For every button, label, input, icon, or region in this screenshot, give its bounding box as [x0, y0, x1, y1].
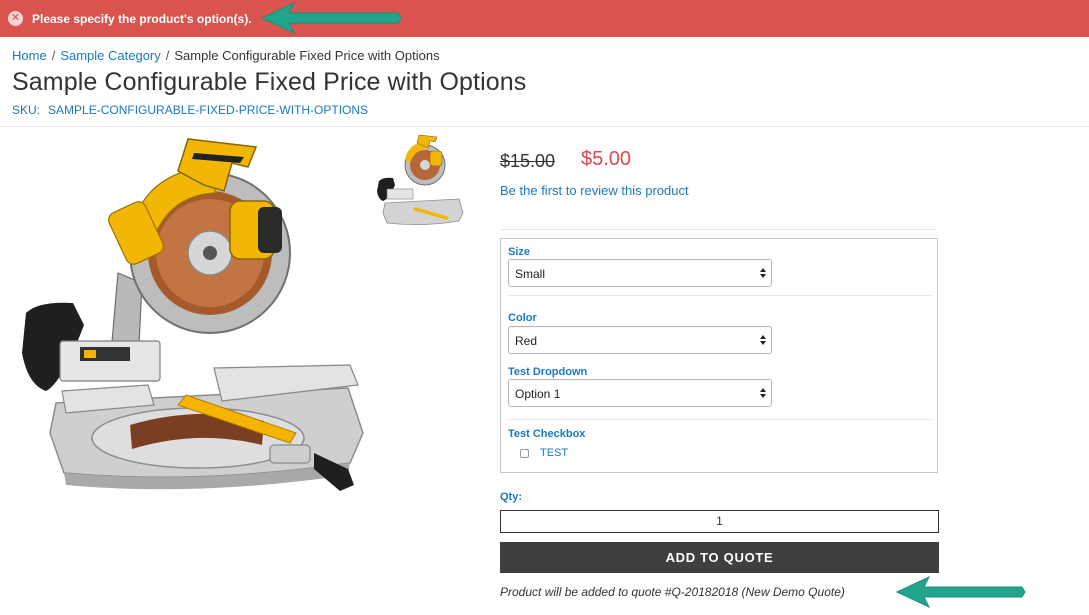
breadcrumb-separator: / — [51, 48, 56, 63]
select-arrows-icon — [760, 335, 766, 345]
product-thumbnail[interactable] — [375, 133, 467, 229]
breadcrumb-home[interactable]: Home — [12, 48, 47, 63]
divider — [0, 126, 1089, 127]
old-price: $15.00 — [500, 151, 556, 171]
product-main-image[interactable] — [18, 133, 370, 503]
annotation-arrow-icon — [260, 2, 402, 34]
color-selected-value: Red — [515, 334, 538, 348]
divider — [500, 229, 937, 230]
qty-input[interactable]: 1 — [500, 510, 939, 533]
test-dropdown-label: Test Dropdown — [508, 366, 588, 378]
breadcrumb-category[interactable]: Sample Category — [60, 48, 160, 63]
sku-value: SAMPLE-CONFIGURABLE-FIXED-PRICE-WITH-OPT… — [48, 103, 369, 117]
size-select[interactable]: Small — [508, 259, 772, 287]
add-to-quote-button[interactable]: ADD TO QUOTE — [500, 542, 939, 573]
quote-note: Product will be added to quote #Q-201820… — [500, 585, 845, 599]
select-arrows-icon — [760, 268, 766, 278]
select-arrows-icon — [760, 388, 766, 398]
review-link[interactable]: Be the first to review this product — [500, 183, 689, 198]
annotation-arrow-icon — [895, 576, 1026, 608]
color-select[interactable]: Red — [508, 326, 772, 354]
special-price: $5.00 — [581, 148, 632, 170]
test-dropdown-selected-value: Option 1 — [515, 387, 561, 401]
product-sku: SKU: SAMPLE-CONFIGURABLE-FIXED-PRICE-WITH… — [12, 103, 368, 117]
close-circle-icon: ✕ — [8, 11, 23, 26]
divider — [509, 295, 931, 296]
error-notice: ✕ Please specify the product's option(s)… — [0, 0, 1089, 37]
test-checkbox[interactable] — [520, 449, 529, 458]
breadcrumb: Home / Sample Category / Sample Configurable… — [12, 48, 440, 63]
sku-label: SKU: — [12, 103, 41, 117]
product-options: Size Small Color Red Test Dropdown Optio… — [500, 238, 938, 473]
test-checkbox-label: Test Checkbox — [508, 428, 586, 440]
breadcrumb-current: Sample Configurable Fixed Price with Opt… — [174, 48, 440, 63]
size-label: Size — [508, 246, 531, 258]
color-label: Color — [508, 312, 537, 324]
error-message: Please specify the product's option(s). — [32, 12, 252, 26]
qty-label: Qty: — [500, 491, 522, 503]
breadcrumb-separator: / — [165, 48, 170, 63]
divider — [509, 419, 931, 420]
test-checkbox-option-label[interactable]: TEST — [540, 447, 568, 459]
size-selected-value: Small — [515, 267, 546, 281]
test-dropdown-select[interactable]: Option 1 — [508, 379, 772, 407]
page-title: Sample Configurable Fixed Price with Opt… — [12, 68, 527, 96]
